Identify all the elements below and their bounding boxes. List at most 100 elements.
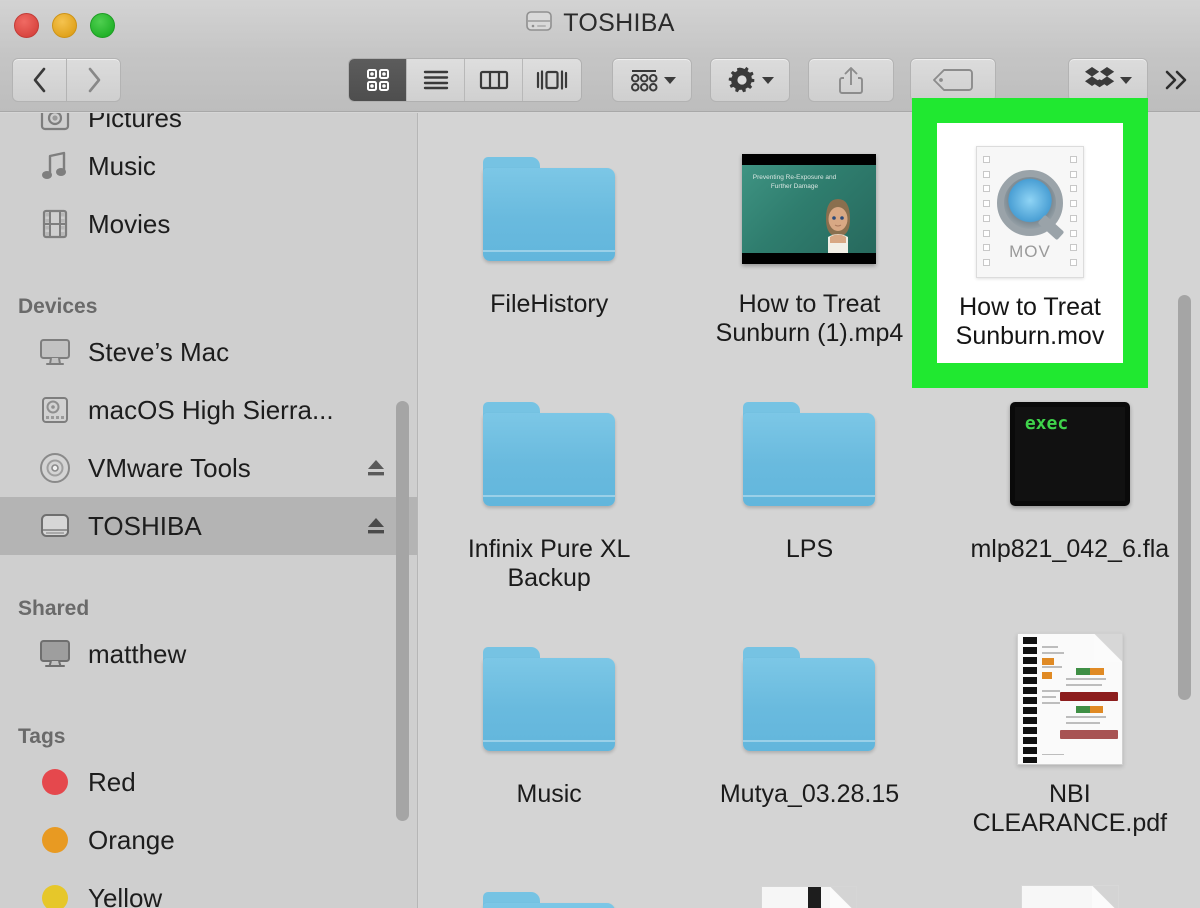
sidebar-item-macos-high-sierra[interactable]: macOS High Sierra... (0, 381, 417, 439)
sidebar-item-label: Steve’s Mac (88, 336, 230, 367)
file-grid-area[interactable]: FileHistory Preventing Re-Exposure and F… (419, 113, 1200, 908)
sidebar-item-label: macOS High Sierra... (88, 394, 334, 425)
eject-icon[interactable] (365, 515, 387, 537)
view-mode-segmented-control[interactable] (348, 58, 582, 102)
file-item[interactable]: Infinix Pure XL Backup (419, 358, 679, 603)
sidebar-item-label: Movies (88, 208, 171, 239)
file-item[interactable] (419, 848, 679, 908)
music-note-icon (36, 149, 74, 183)
illustration-person-icon (826, 198, 851, 253)
file-item[interactable]: exec mlp821_042_6.fla (940, 358, 1200, 603)
file-grid: FileHistory Preventing Re-Exposure and F… (419, 113, 1200, 908)
share-icon (839, 67, 863, 94)
share-button[interactable] (808, 58, 894, 102)
file-item[interactable] (679, 848, 939, 908)
folder-icon (679, 621, 939, 776)
file-name: FileHistory (490, 290, 609, 318)
icon-view-button[interactable] (349, 59, 407, 101)
optical-disc-icon (36, 451, 74, 485)
sidebar-item-toshiba[interactable]: TOSHIBA (0, 497, 417, 555)
imac-icon (36, 335, 74, 369)
list-view-button[interactable] (407, 59, 465, 101)
sidebar-section-shared: Shared (18, 597, 90, 620)
file-item[interactable]: MOV How to Treat Sunburn.mov (940, 113, 1200, 358)
file-name: Mutya_03.28.15 (719, 780, 900, 808)
file-item[interactable]: Music (419, 603, 679, 848)
exec-label: exec (1024, 412, 1069, 434)
shared-mac-icon (36, 637, 74, 671)
sidebar-item-label: VMware Tools (88, 452, 251, 483)
internal-drive-icon (36, 393, 74, 427)
toolbar-overflow-button[interactable] (1158, 58, 1194, 102)
file-item[interactable]: Preventing Re-Exposure and Further Damag… (679, 113, 939, 358)
film-icon (36, 207, 74, 241)
chevron-down-icon (1120, 76, 1132, 84)
double-chevron-right-icon (1165, 70, 1187, 90)
external-drive-icon (36, 509, 74, 543)
file-name: Music (516, 780, 582, 808)
file-item[interactable]: Mutya_03.28.15 (679, 603, 939, 848)
file-item[interactable]: NBI CLEARANCE.pdf (940, 603, 1200, 848)
sidebar-item-music[interactable]: Music (0, 137, 417, 195)
file-item[interactable]: FileHistory (419, 113, 679, 358)
hard-drive-icon (525, 8, 553, 39)
file-name: LPS (785, 535, 834, 563)
gallery-view-button[interactable] (523, 59, 581, 101)
executable-icon: exec (940, 376, 1200, 531)
columns-icon (479, 70, 508, 90)
folder-icon (679, 376, 939, 531)
sidebar-item-label: Pictures (88, 113, 182, 133)
video-thumbnail-icon: Preventing Re-Exposure and Further Damag… (679, 131, 939, 286)
arrange-button[interactable] (612, 58, 692, 102)
chevron-right-icon (88, 67, 100, 93)
back-button[interactable] (12, 58, 67, 102)
list-icon (423, 70, 448, 90)
file-item[interactable]: LPS (679, 358, 939, 603)
sidebar-item-label: Red (88, 766, 136, 797)
content-scrollbar[interactable] (1178, 295, 1191, 700)
page-title: TOSHIBA (563, 8, 675, 37)
sidebar-item-tag-red[interactable]: Red (0, 753, 417, 811)
window-title-group: TOSHIBA (0, 6, 1200, 40)
action-button[interactable] (710, 58, 790, 102)
sidebar-item-label: Music (88, 150, 156, 181)
sidebar-item-tag-orange[interactable]: Orange (0, 811, 417, 869)
tag-button[interactable] (910, 58, 996, 102)
column-view-button[interactable] (465, 59, 523, 101)
file-item[interactable] (940, 848, 1200, 908)
quicktime-mov-icon: MOV (940, 131, 1200, 286)
sidebar-item-pictures[interactable]: Pictures (0, 113, 417, 137)
arrange-icon (630, 70, 657, 92)
sidebar-section-tags: Tags (18, 725, 66, 748)
chevron-down-icon (761, 76, 774, 84)
sidebar-item-matthew[interactable]: matthew (0, 625, 417, 683)
forward-button[interactable] (66, 58, 121, 102)
sidebar-item-tag-yellow[interactable]: Yellow (0, 869, 417, 908)
sidebar-item-label: TOSHIBA (88, 510, 202, 541)
grid-icon (366, 69, 389, 91)
sidebar[interactable]: Pictures Music Movies Devices Steve’s Ma… (0, 113, 418, 908)
sidebar-scrollbar[interactable] (396, 401, 409, 821)
sidebar-item-movies[interactable]: Movies (0, 195, 417, 253)
chevron-left-icon (33, 67, 45, 93)
document-icon (940, 866, 1200, 908)
toolbar (0, 48, 1200, 112)
sidebar-item-vmware-tools[interactable]: VMware Tools (0, 439, 417, 497)
zip-archive-icon (679, 866, 939, 908)
folder-icon (419, 131, 679, 286)
sidebar-item-steves-mac[interactable]: Steve’s Mac (0, 323, 417, 381)
file-name: NBI CLEARANCE.pdf (972, 780, 1168, 838)
dropbox-button[interactable] (1068, 58, 1148, 102)
finder-window: TOSHIBA Pictures Music Movies Devices St… (0, 0, 1200, 908)
eject-icon[interactable] (365, 457, 387, 479)
file-name: mlp821_042_6.fla (970, 535, 1170, 563)
tag-dot-icon (36, 765, 74, 799)
file-name: How to Treat Sunburn (1).mp4 (715, 290, 904, 348)
tag-dot-icon (36, 881, 74, 908)
title-bar: TOSHIBA (0, 0, 1200, 48)
pictures-icon (36, 113, 74, 135)
mov-badge: MOV (1048, 238, 1091, 258)
